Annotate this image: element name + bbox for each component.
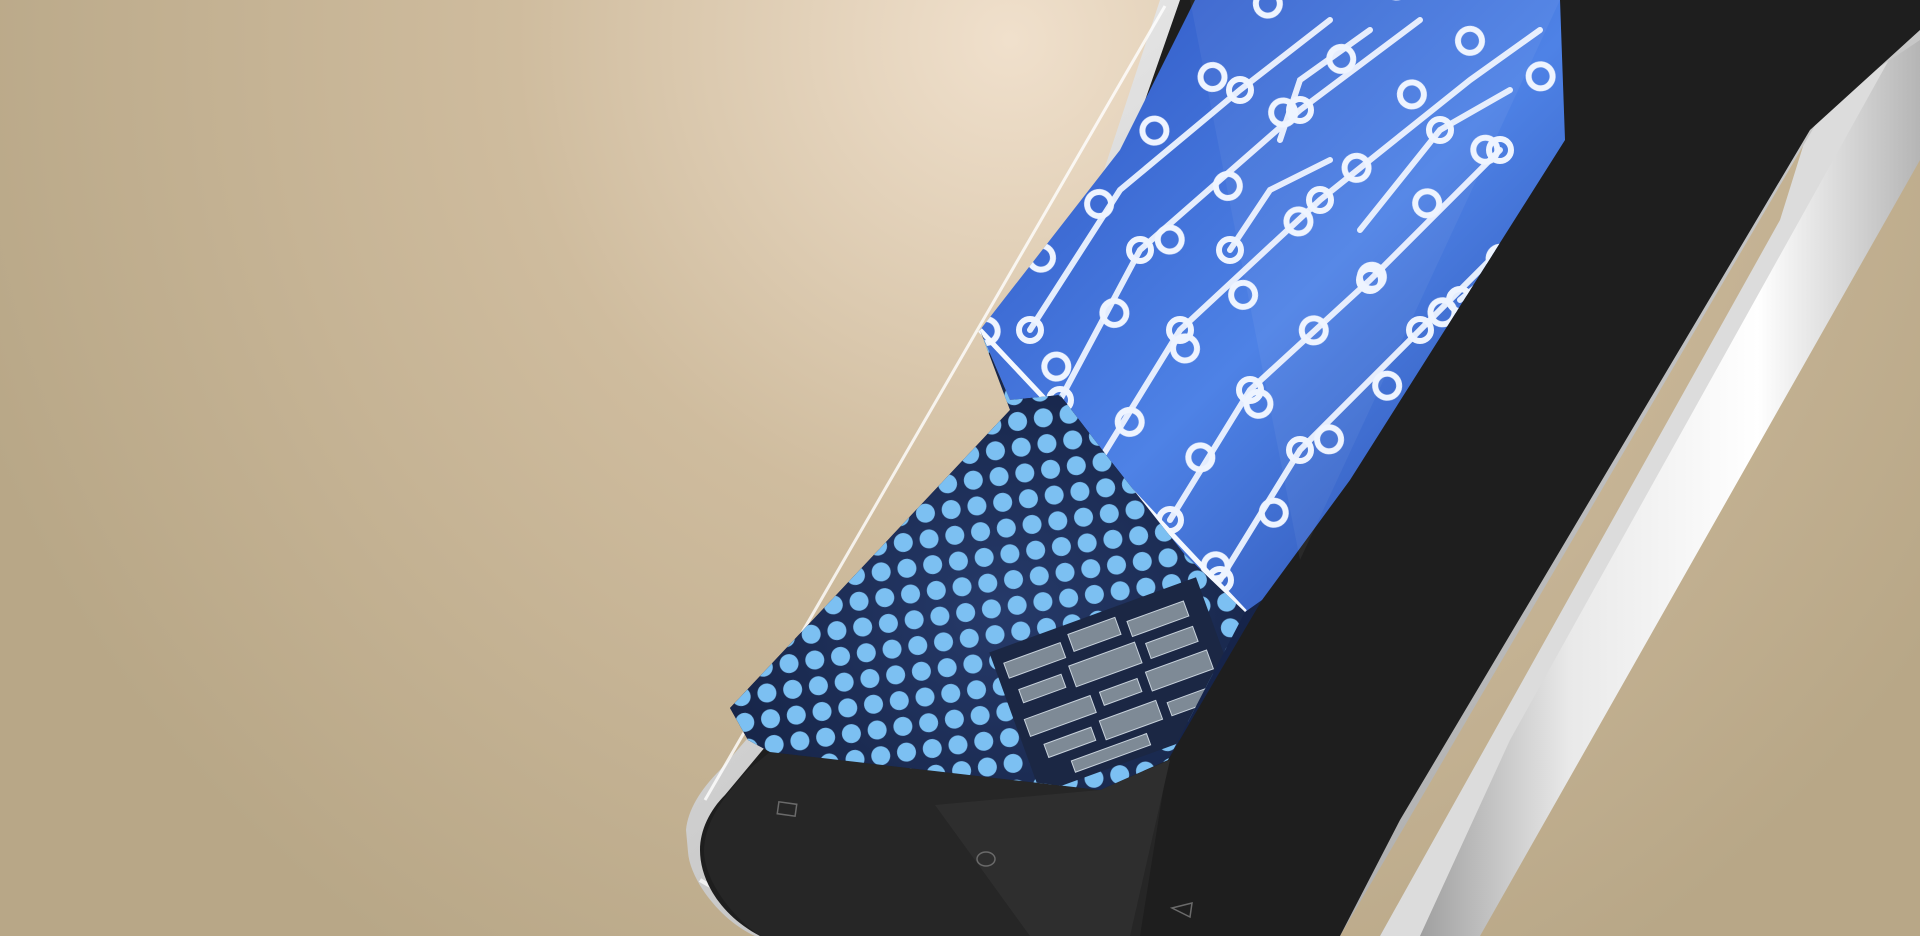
product-photo xyxy=(0,0,1920,936)
phone-illustration xyxy=(0,0,1920,936)
